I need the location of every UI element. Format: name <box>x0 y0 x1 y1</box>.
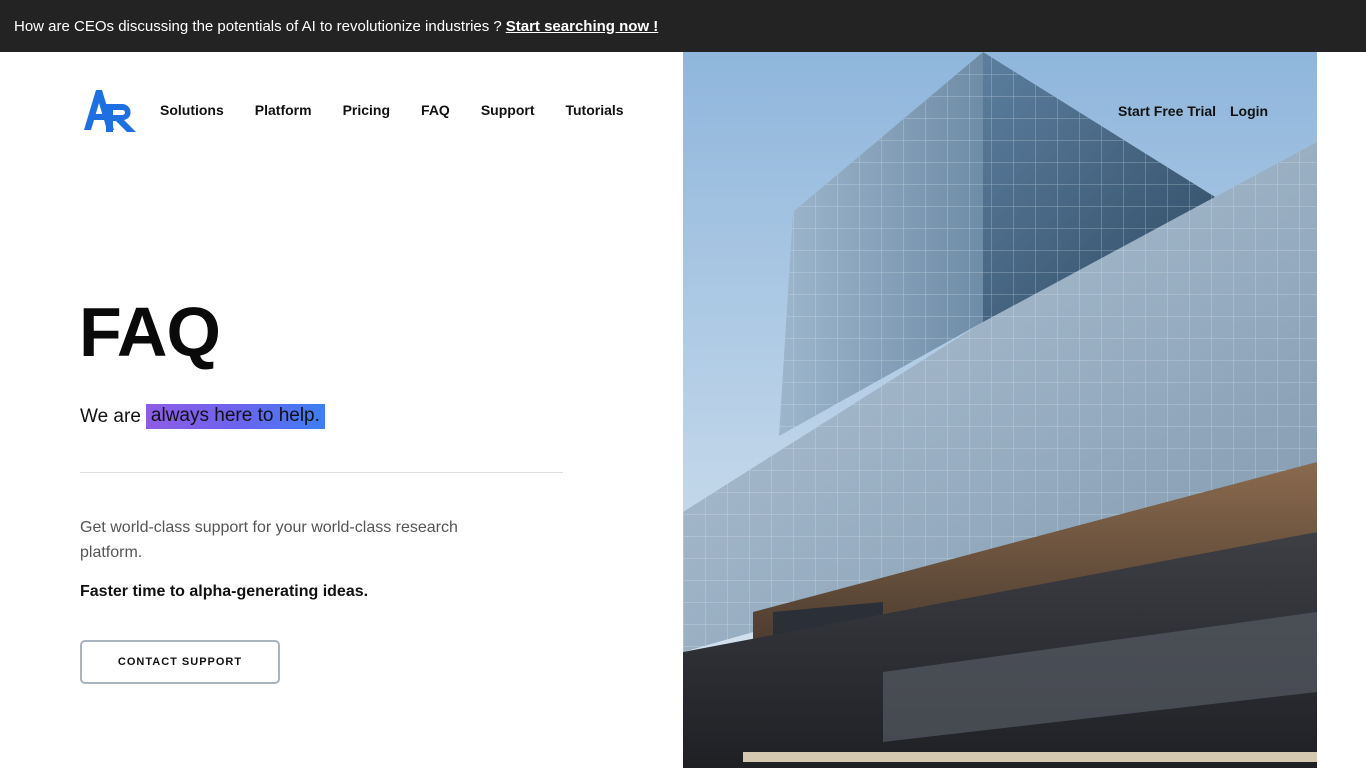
main-nav: Solutions Platform Pricing FAQ Support T… <box>160 102 624 118</box>
tagline-prefix: We are <box>80 405 141 427</box>
announcement-bar: How are CEOs discussing the potentials o… <box>0 0 1366 52</box>
nav-item-support[interactable]: Support <box>481 102 535 118</box>
nav-item-faq[interactable]: FAQ <box>421 102 450 118</box>
page-title: FAQ <box>79 293 221 371</box>
start-searching-link[interactable]: Start searching now ! <box>506 18 659 35</box>
divider <box>80 472 563 473</box>
building-photo <box>683 52 1317 768</box>
nav-item-tutorials[interactable]: Tutorials <box>565 102 623 118</box>
hero-strong-line: Faster time to alpha-generating ideas. <box>80 583 369 600</box>
announcement-text: How are CEOs discussing the potentials o… <box>14 17 502 35</box>
start-free-trial-link[interactable]: Start Free Trial <box>1118 103 1216 119</box>
nav-item-solutions[interactable]: Solutions <box>160 102 224 118</box>
hero-description: Get world-class support for your world-c… <box>80 519 458 561</box>
tagline-highlight: always here to help. <box>145 404 325 429</box>
login-link[interactable]: Login <box>1230 103 1268 119</box>
tagline: We are always here to help. <box>80 404 325 429</box>
nav-item-platform[interactable]: Platform <box>255 102 312 118</box>
nav-item-pricing[interactable]: Pricing <box>343 102 390 118</box>
contact-support-button[interactable]: CONTACT SUPPORT <box>80 640 280 684</box>
ar-logo-icon[interactable] <box>82 88 138 134</box>
